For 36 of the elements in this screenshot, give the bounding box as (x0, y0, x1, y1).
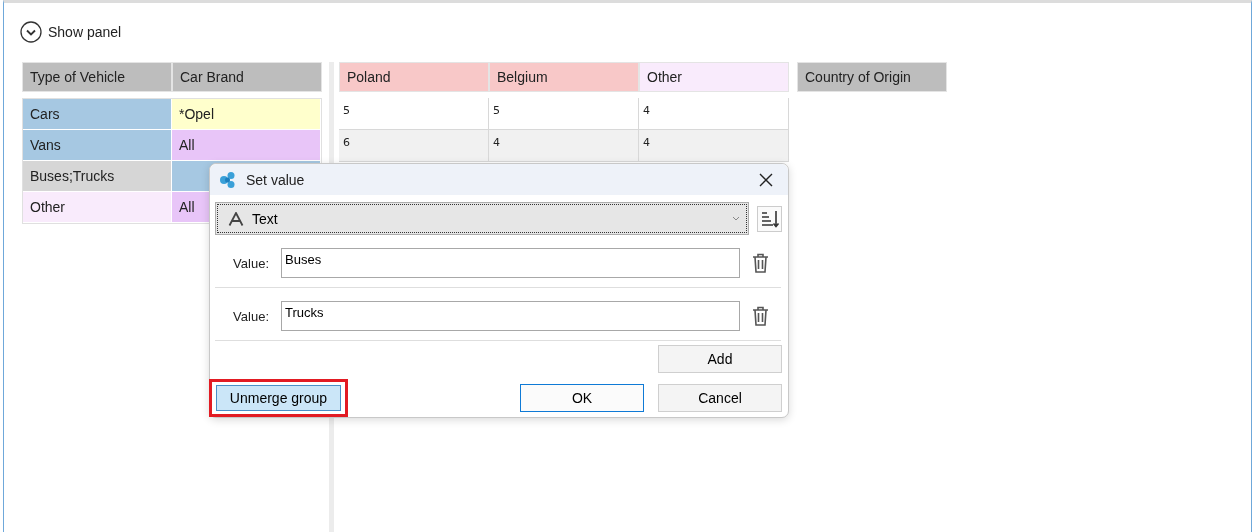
table-cell: 6 (339, 130, 489, 161)
delete-icon[interactable] (752, 253, 769, 273)
column-header-cell: Belgium (489, 62, 639, 92)
value-field[interactable]: Trucks (281, 301, 740, 331)
row-header-cell: Buses;Trucks (23, 161, 172, 192)
close-icon[interactable] (759, 172, 773, 187)
show-panel-button[interactable]: Show panel (20, 19, 122, 45)
table-cell: 4 (639, 98, 789, 129)
field-header[interactable]: Country of Origin (797, 62, 947, 92)
value-label: Value: (232, 308, 270, 324)
row-header-cell: Vans (23, 130, 172, 161)
ok-button[interactable]: OK (520, 384, 644, 412)
row-header-cell: Other (23, 192, 172, 223)
value-field[interactable]: Buses (281, 248, 740, 278)
row-header-cell: All (172, 130, 321, 161)
chevron-down-icon[interactable] (732, 216, 741, 221)
table-cell: 5 (339, 98, 489, 129)
table-cell: 5 (489, 98, 639, 129)
row-header-cell: *Opel (172, 99, 321, 130)
table-cell: 4 (489, 130, 639, 161)
cancel-button[interactable]: Cancel (658, 384, 782, 412)
value-label: Value: (232, 255, 270, 271)
field-header[interactable]: Car Brand (172, 62, 322, 92)
type-dropdown[interactable]: Text (215, 202, 750, 235)
field-header[interactable]: Type of Vehicle (22, 62, 172, 92)
row-header-cell: Cars (23, 99, 172, 130)
table-cell: 4 (639, 130, 789, 161)
delete-icon[interactable] (752, 306, 769, 326)
dialog-title: Set value (246, 171, 306, 188)
text-type-icon (228, 211, 244, 226)
column-header-cell: Poland (339, 62, 489, 92)
add-button[interactable]: Add (658, 345, 782, 373)
column-header-cell: Other (639, 62, 789, 92)
unmerge-group-button[interactable]: Unmerge group (216, 385, 341, 411)
app-logo-icon (219, 170, 237, 189)
chevron-circle-icon[interactable] (20, 21, 42, 43)
